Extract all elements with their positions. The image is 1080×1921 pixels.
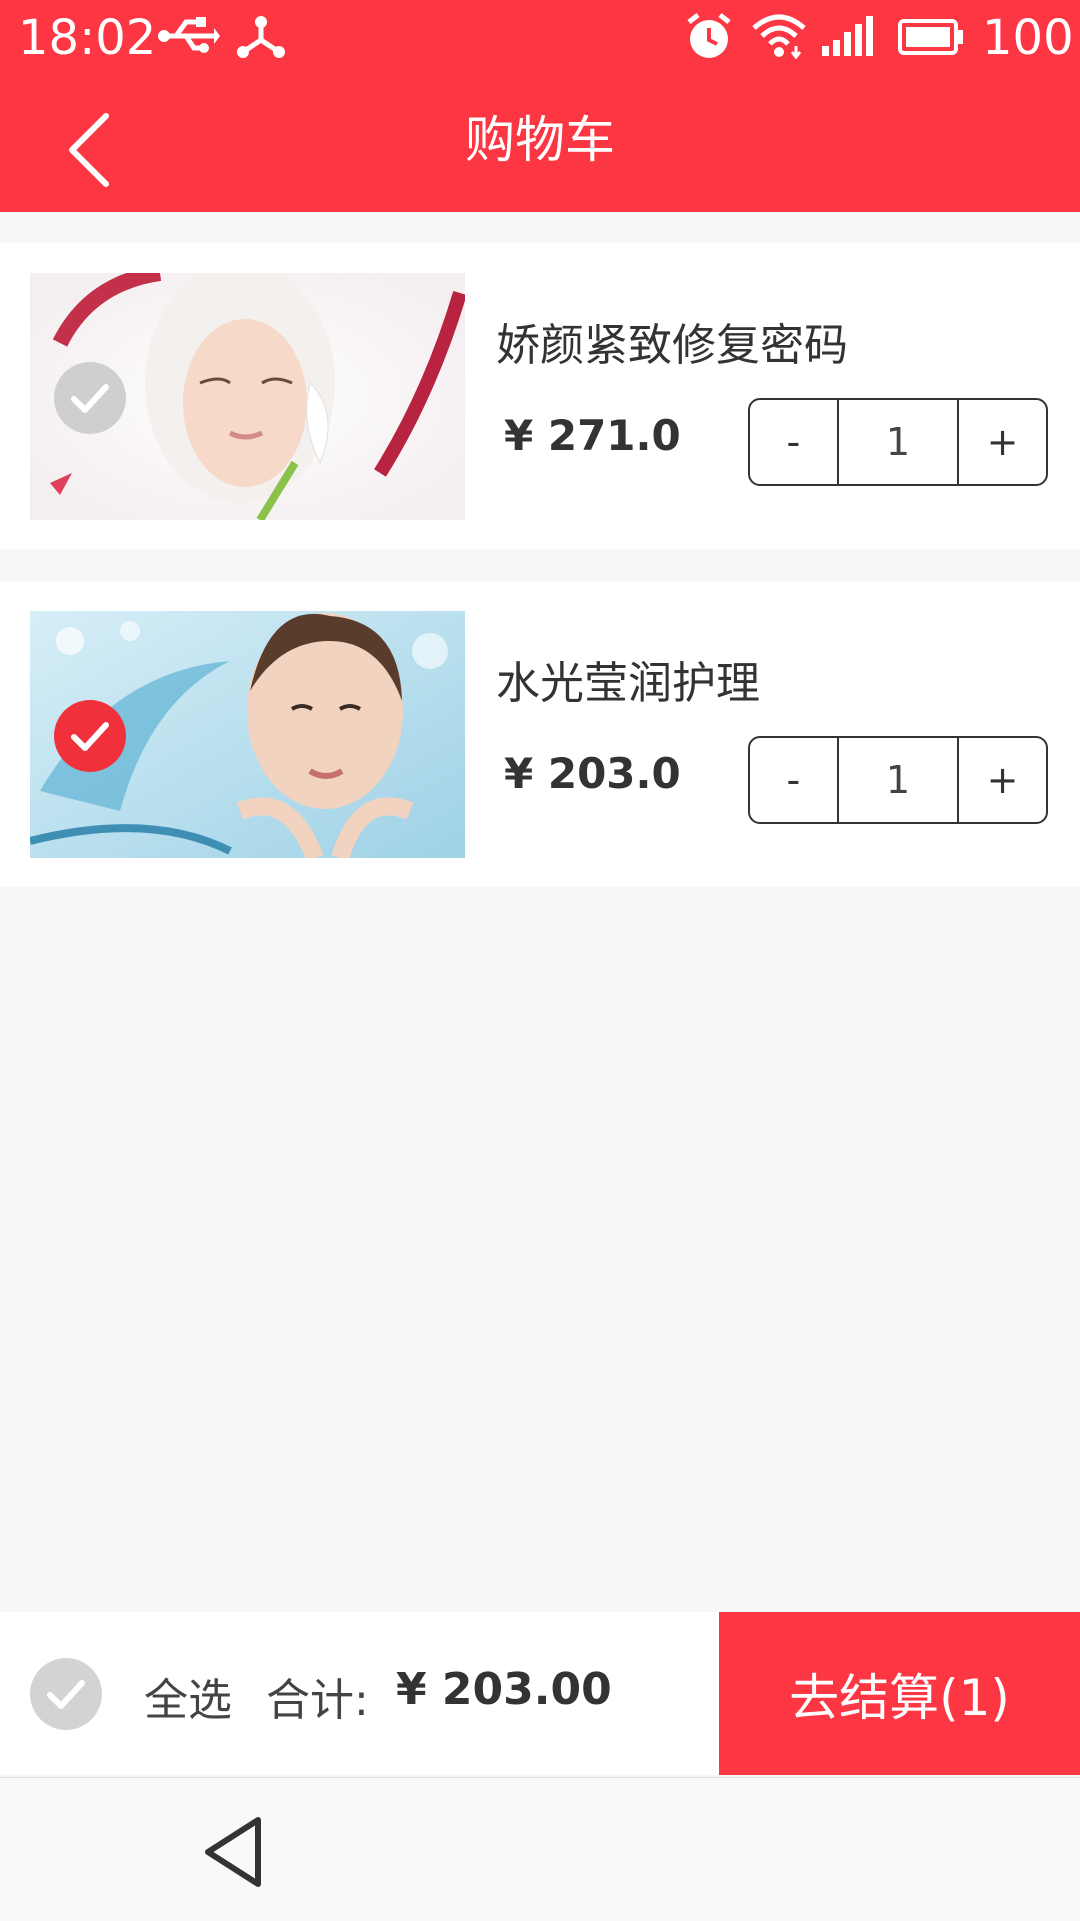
- share-icon: [236, 12, 286, 64]
- cart-item: 娇颜紧致修复密码 ¥ 271.0 - 1 +: [0, 243, 1080, 549]
- usb-icon: [158, 14, 220, 62]
- checkmark-icon: [71, 384, 109, 413]
- app-header: 18:02 100 购物车: [0, 0, 1080, 212]
- system-nav-bar: [0, 1777, 1080, 1921]
- quantity-value[interactable]: 1: [836, 738, 960, 822]
- increase-button[interactable]: +: [959, 400, 1046, 484]
- decrease-button[interactable]: -: [750, 400, 837, 484]
- quantity-stepper: - 1 +: [748, 736, 1048, 824]
- product-name: 娇颜紧致修复密码: [496, 320, 848, 371]
- total-amount: ¥ 203.00: [396, 1664, 612, 1715]
- select-all-label[interactable]: 全选: [144, 1664, 232, 1728]
- checkout-bar: 全选 合计: ¥ 203.00 去结算(1): [0, 1612, 1080, 1775]
- total-label: 合计:: [266, 1675, 369, 1726]
- cart-item: 水光莹润护理 ¥ 203.0 - 1 +: [0, 581, 1080, 887]
- item-select-checkbox[interactable]: [54, 362, 126, 434]
- status-bar: 18:02 100: [0, 0, 1080, 78]
- product-price: ¥ 203.0: [504, 749, 681, 798]
- battery-level: 100: [982, 10, 1074, 66]
- page-title: 购物车: [465, 111, 615, 169]
- item-select-checkbox[interactable]: [54, 700, 126, 772]
- nav-bar: 购物车: [0, 78, 1080, 212]
- select-all-checkbox[interactable]: [30, 1658, 102, 1730]
- checkout-button[interactable]: 去结算(1): [719, 1612, 1080, 1775]
- triangle-back-icon: [205, 1817, 261, 1887]
- increase-button[interactable]: +: [959, 738, 1046, 822]
- wifi-icon: [752, 14, 806, 64]
- status-time: 18:02: [18, 10, 157, 66]
- quantity-value[interactable]: 1: [836, 400, 960, 484]
- quantity-stepper: - 1 +: [748, 398, 1048, 486]
- alarm-icon: [684, 12, 734, 66]
- checkmark-icon: [71, 722, 109, 751]
- system-back-button[interactable]: [198, 1814, 268, 1894]
- product-name: 水光莹润护理: [496, 658, 760, 709]
- checkmark-icon: [47, 1680, 85, 1709]
- product-price: ¥ 271.0: [504, 411, 681, 460]
- decrease-button[interactable]: -: [750, 738, 837, 822]
- signal-icon: [822, 16, 878, 60]
- battery-icon: [898, 18, 964, 60]
